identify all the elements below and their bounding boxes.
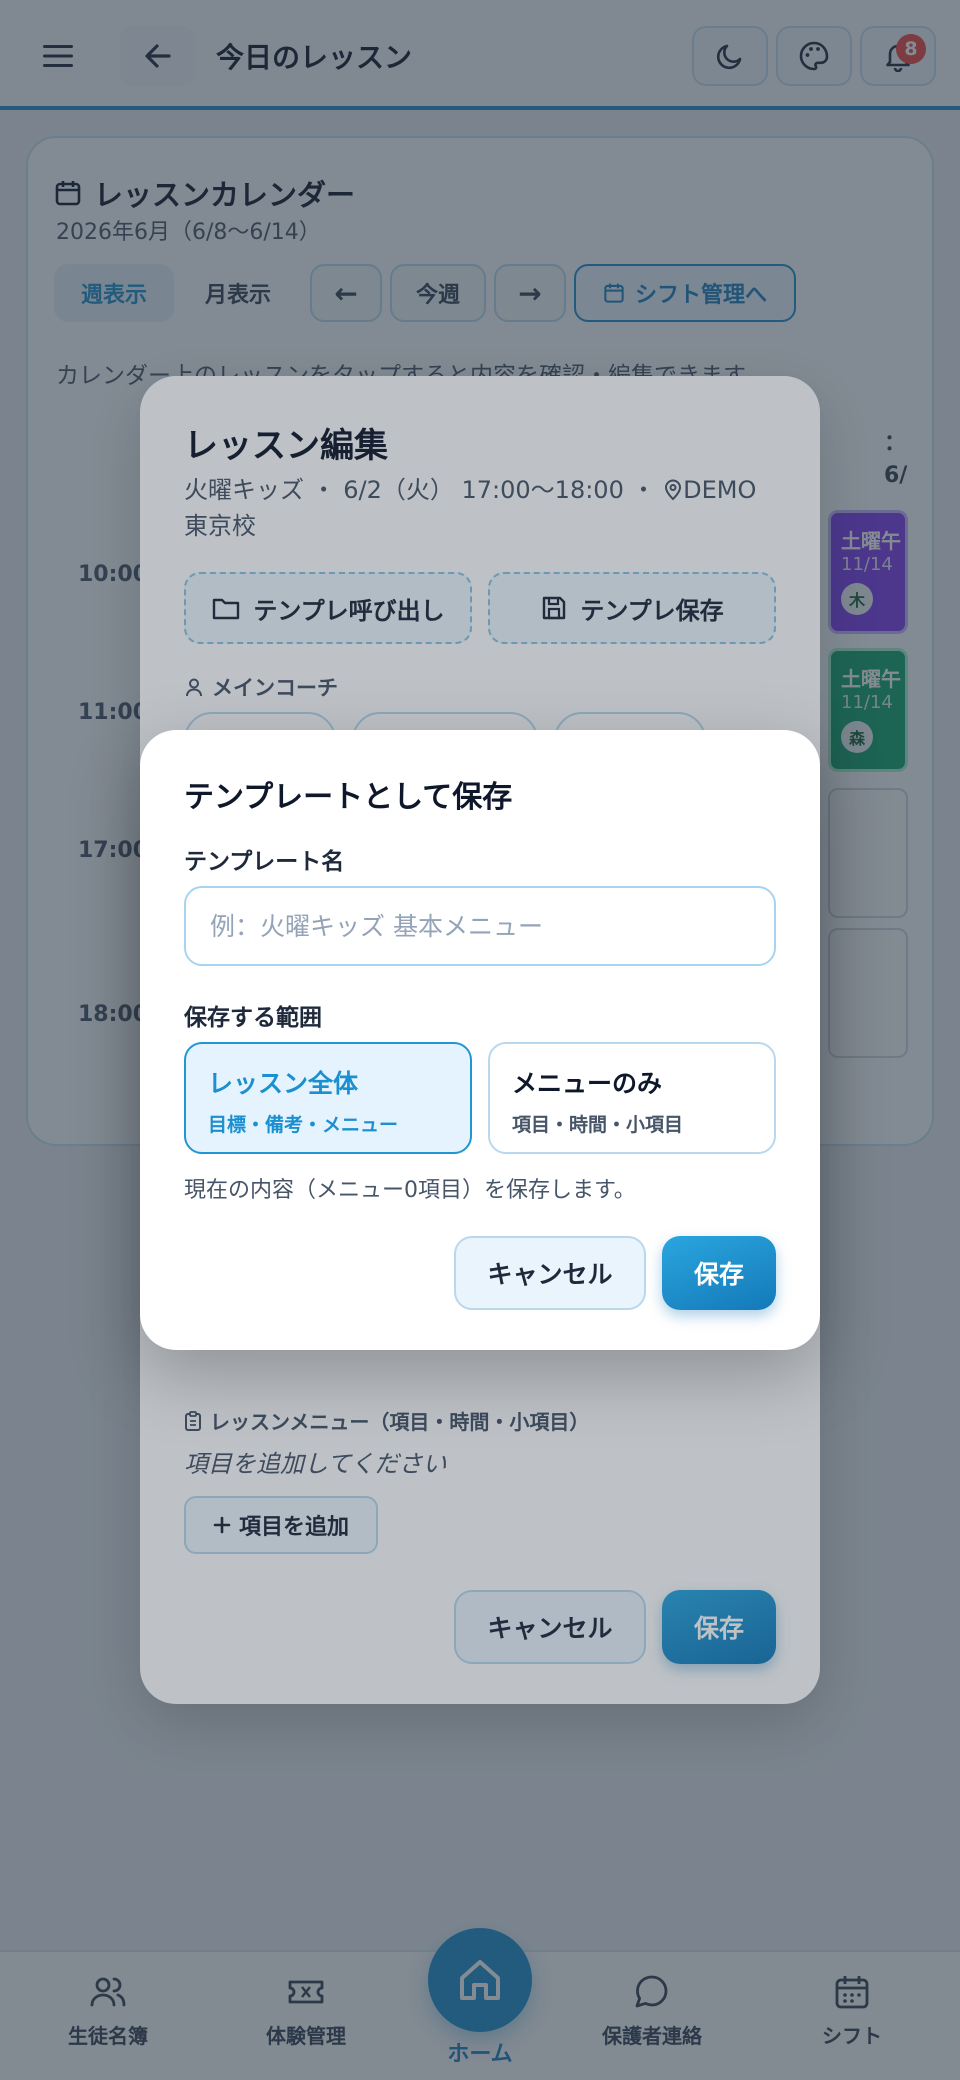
scope-whole-lesson-title: レッスン全体 xyxy=(208,1069,359,1098)
save-scope-label: 保存する範囲 xyxy=(184,1005,322,1031)
scope-menu-only-desc: 項目・時間・小項目 xyxy=(512,1114,684,1136)
dialog-save-button[interactable]: 保存 xyxy=(662,1236,776,1310)
scope-menu-only-title: メニューのみ xyxy=(512,1069,663,1098)
template-name-label: テンプレート名 xyxy=(184,849,345,875)
dialog-cancel-button[interactable]: キャンセル xyxy=(454,1236,646,1310)
scope-whole-lesson-option[interactable]: レッスン全体 目標・備考・メニュー xyxy=(184,1042,472,1154)
save-note: 現在の内容（メニュー0項目）を保存します。 xyxy=(184,1178,636,1203)
save-template-dialog: テンプレートとして保存 テンプレート名 保存する範囲 レッスン全体 目標・備考・… xyxy=(140,730,820,1350)
scope-menu-only-option[interactable]: メニューのみ 項目・時間・小項目 xyxy=(488,1042,776,1154)
scope-whole-lesson-desc: 目標・備考・メニュー xyxy=(208,1114,399,1136)
save-template-title: テンプレートとして保存 xyxy=(184,780,513,815)
template-name-input[interactable] xyxy=(184,886,776,966)
